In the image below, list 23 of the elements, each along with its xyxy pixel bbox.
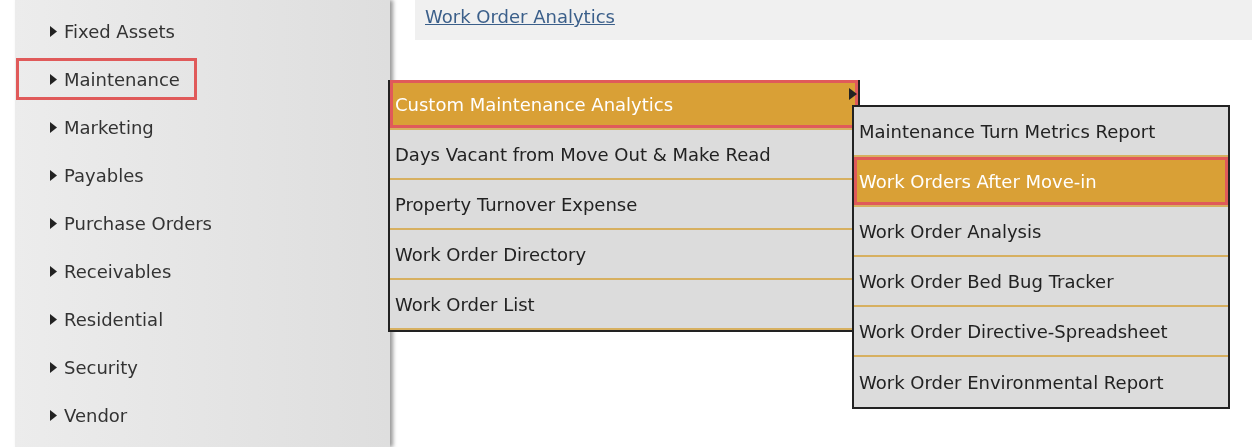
- caret-icon: [50, 25, 57, 37]
- sidebar-item[interactable]: Marketing: [16, 106, 171, 148]
- sidebar-item[interactable]: Payables: [16, 154, 161, 196]
- sidebar-item[interactable]: Security: [16, 346, 155, 388]
- caret-icon: [50, 265, 57, 277]
- sidebar-item[interactable]: Purchase Orders: [16, 202, 229, 244]
- report-link[interactable]: Work Order Analytics: [425, 6, 615, 28]
- caret-icon: [50, 169, 57, 181]
- sidebar-item[interactable]: Fixed Assets: [16, 10, 192, 52]
- submenu-item[interactable]: Work Order Environmental Report: [854, 357, 1228, 407]
- caret-icon: [50, 313, 57, 325]
- caret-icon: [50, 409, 57, 421]
- submenu-item[interactable]: Work Order Directive-Spreadsheet: [854, 307, 1228, 357]
- caret-icon: [50, 73, 57, 85]
- submenu-item[interactable]: Work Order Bed Bug Tracker: [854, 257, 1228, 307]
- submenu-item[interactable]: Work Order Analysis: [854, 207, 1228, 257]
- sidebar-item[interactable]: Vendor: [16, 394, 145, 436]
- sidebar-item[interactable]: Maintenance: [16, 58, 197, 100]
- sidebar-item[interactable]: Receivables: [16, 250, 189, 292]
- sidebar-item[interactable]: Residential: [16, 298, 181, 340]
- caret-icon: [50, 121, 57, 133]
- caret-icon: [50, 217, 57, 229]
- caret-icon: [50, 361, 57, 373]
